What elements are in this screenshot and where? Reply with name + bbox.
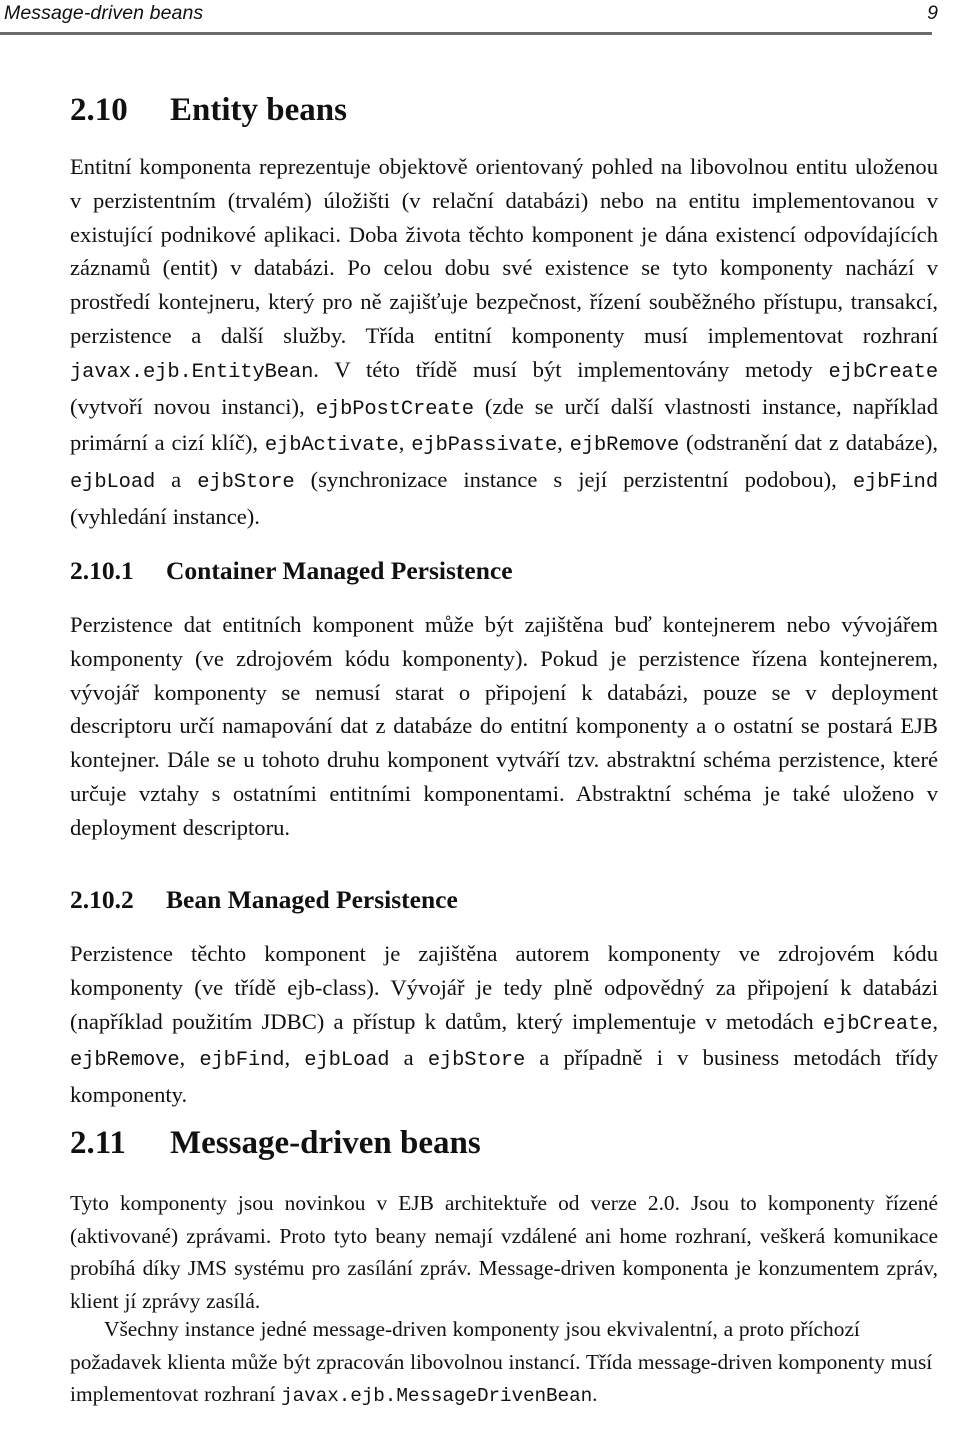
- inline-code: ejbStore: [427, 1049, 526, 1073]
- subsection-heading-2-10-2: 2.10.2 Bean Managed Persistence: [70, 884, 938, 916]
- section-title-2-11: Message-driven beans: [170, 1125, 481, 1161]
- subsection-number-2-10-1: 2.10.1: [70, 556, 134, 585]
- section-heading-2-11: 2.11 Message-driven beans: [70, 1123, 938, 1163]
- section-title-2-10: Entity beans: [170, 92, 347, 128]
- subsection-number-2-10-2: 2.10.2: [70, 885, 134, 914]
- paragraph-mdb-2: Všechny instance jedné message-driven ko…: [70, 1317, 933, 1407]
- inline-code: ejbLoad: [70, 471, 156, 495]
- paragraph-mdb-1: Tyto komponenty jsou novinkou v EJB arch…: [70, 1191, 938, 1313]
- document-page: Message-driven beans 9 2.10 Entity beans …: [0, 0, 960, 1430]
- running-header-title: Message-driven beans: [4, 2, 204, 24]
- section-number-2-11: 2.11: [70, 1125, 126, 1161]
- inline-code: javax.ejb.EntityBean: [70, 360, 314, 384]
- inline-code: ejbRemove: [569, 434, 680, 458]
- paragraph-entity-intro: Entitní komponenta reprezentuje objektov…: [70, 154, 939, 529]
- subsection-heading-2-10-1: 2.10.1 Container Managed Persistence: [70, 555, 938, 587]
- header-rule-divider: [0, 32, 932, 35]
- inline-code: ejbPostCreate: [315, 397, 474, 421]
- section-number-2-10: 2.10: [70, 92, 128, 128]
- inline-code: ejbActivate: [264, 434, 399, 458]
- inline-code: ejbRemove: [70, 1049, 180, 1073]
- inline-code: ejbCreate: [828, 360, 939, 384]
- section-heading-2-10: 2.10 Entity beans: [70, 90, 938, 130]
- running-header: Message-driven beans 9: [0, 0, 960, 44]
- inline-code: ejbStore: [197, 471, 295, 495]
- paragraph-cmp: Perzistence dat entitních komponent může…: [70, 612, 938, 840]
- subsection-title-2-10-2: Bean Managed Persistence: [166, 885, 458, 914]
- subsection-title-2-10-1: Container Managed Persistence: [166, 556, 513, 585]
- inline-code: ejbPassivate: [411, 434, 558, 458]
- inline-code: javax.ejb.MessageDrivenBean: [281, 1385, 593, 1407]
- inline-code: ejbLoad: [304, 1049, 390, 1073]
- inline-code: ejbCreate: [822, 1012, 933, 1036]
- inline-code: ejbFind: [852, 471, 938, 495]
- page-number: 9: [927, 2, 938, 24]
- paragraph-bmp: Perzistence těchto komponent je zajištěn…: [70, 941, 939, 1108]
- inline-code: ejbFind: [199, 1049, 285, 1073]
